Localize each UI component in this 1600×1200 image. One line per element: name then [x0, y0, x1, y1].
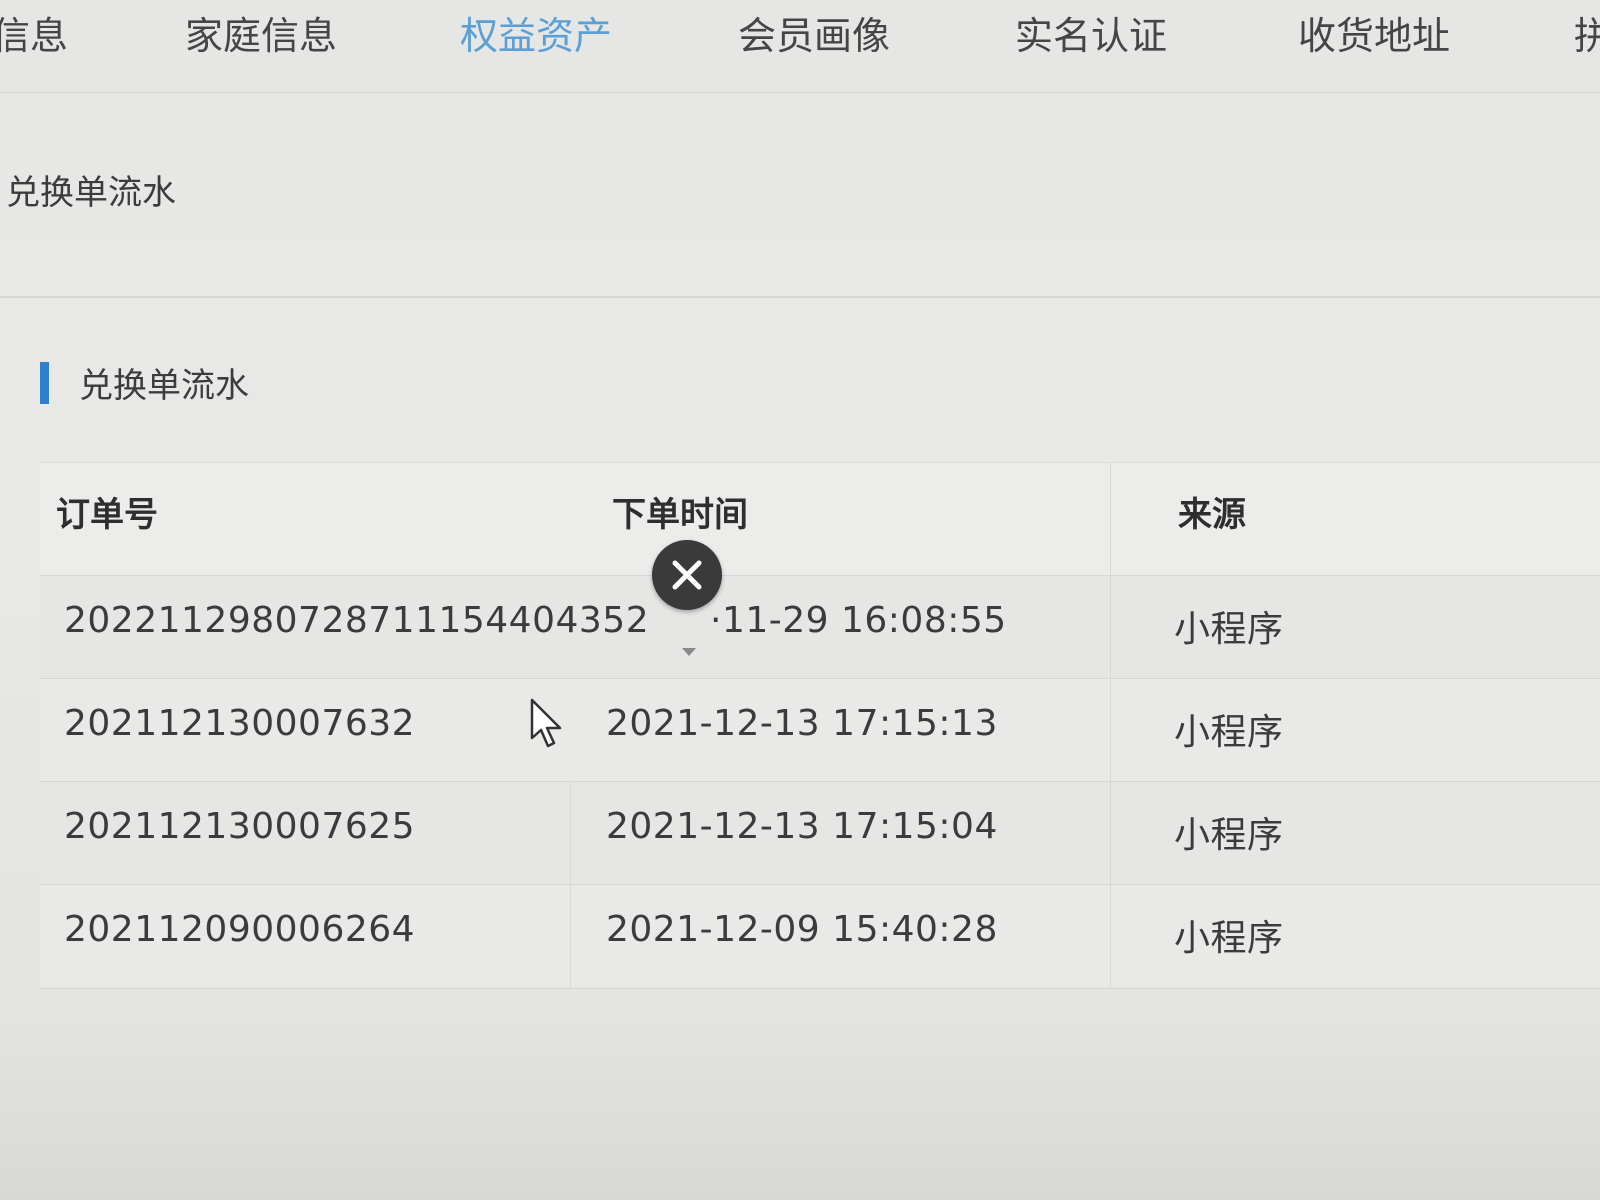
cell-order-id: 202112130007632 [64, 703, 416, 744]
cell-source: 小程序 [1174, 815, 1284, 856]
column-divider [570, 782, 571, 884]
cell-order-time: 2021-12-13 17:15:13 [606, 703, 998, 744]
column-divider [1110, 576, 1111, 678]
table-row[interactable]: 202211298072871115440435​2 ·11-29 16:08:… [40, 575, 1600, 678]
column-header-source: 来源 [1178, 495, 1246, 535]
caret-down-icon [682, 648, 696, 656]
cell-order-time: 2021-12-13 17:15:04 [606, 806, 998, 847]
cell-source: 小程序 [1174, 918, 1284, 959]
column-header-order-id: 订单号 [56, 495, 158, 535]
tab-real-name-auth[interactable]: 实名认证 [1015, 8, 1167, 64]
mouse-pointer-icon [530, 698, 566, 754]
breadcrumb: 兑换单流水 [6, 173, 176, 213]
column-divider [570, 885, 571, 987]
cell-order-id: 202112130007625 [64, 806, 416, 847]
column-divider [1110, 782, 1111, 884]
column-header-order-time: 下单时间 [612, 495, 748, 535]
section-header: 兑换单流水 [40, 358, 249, 407]
tab-shipping-address[interactable]: 收货地址 [1298, 8, 1450, 64]
tab-equity-assets[interactable]: 权益资产 [460, 8, 612, 64]
cell-order-id: 202112090006264 [64, 909, 416, 950]
table-row[interactable]: 202112130007632 2021-12-13 17:15:13 小程序 [40, 678, 1600, 781]
cell-order-time: ·11-29 16:08:55 [710, 600, 1007, 641]
close-button[interactable] [652, 540, 722, 610]
tab-overflow[interactable]: 拼 [1574, 8, 1600, 64]
exchange-order-table: 订单号 下单时间 来源 202211298072871115440435​2 ·… [40, 462, 1600, 987]
table-header: 订单号 下单时间 来源 [40, 462, 1600, 575]
column-divider [1110, 679, 1111, 781]
tab-bar: 信息 家庭信息 权益资产 会员画像 实名认证 收货地址 拼 [0, 0, 1600, 93]
cell-source: 小程序 [1174, 712, 1284, 753]
column-divider [1110, 885, 1111, 987]
tab-family-info[interactable]: 家庭信息 [185, 8, 337, 64]
tab-info[interactable]: 信息 [0, 8, 68, 64]
column-divider [1110, 463, 1111, 575]
screen: 信息 家庭信息 权益资产 会员画像 实名认证 收货地址 拼 兑换单流水 兑换单流… [0, 0, 1600, 1200]
section-accent-bar [40, 361, 49, 404]
tab-member-profile[interactable]: 会员画像 [738, 8, 890, 64]
table-row[interactable]: 202112090006264 2021-12-09 15:40:28 小程序 [40, 884, 1600, 987]
section-title: 兑换单流水 [79, 366, 249, 406]
table-row[interactable]: 202112130007625 2021-12-13 17:15:04 小程序 [40, 781, 1600, 884]
cell-source: 小程序 [1174, 609, 1284, 650]
table-bottom-border [40, 988, 1600, 989]
cell-order-id: 202211298072871115440435​2 [64, 600, 650, 641]
cell-order-time: 2021-12-09 15:40:28 [606, 909, 998, 950]
close-icon [672, 560, 702, 590]
divider [0, 296, 1600, 298]
